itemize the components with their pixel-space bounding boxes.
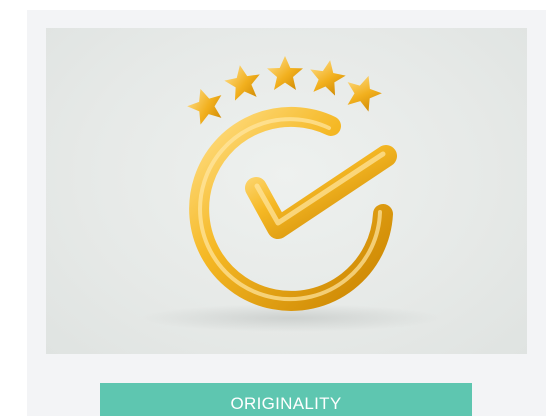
star-icon: [267, 56, 303, 90]
card-label: ORIGINALITY: [230, 394, 342, 413]
star-icon: [347, 75, 382, 112]
hero-image: [46, 28, 527, 354]
star-icon: [187, 88, 222, 125]
card-label-bar[interactable]: ORIGINALITY: [100, 383, 472, 416]
star-icon: [224, 65, 260, 101]
check-mark-with-stars-illustration: [141, 56, 441, 332]
star-icon: [310, 60, 346, 96]
